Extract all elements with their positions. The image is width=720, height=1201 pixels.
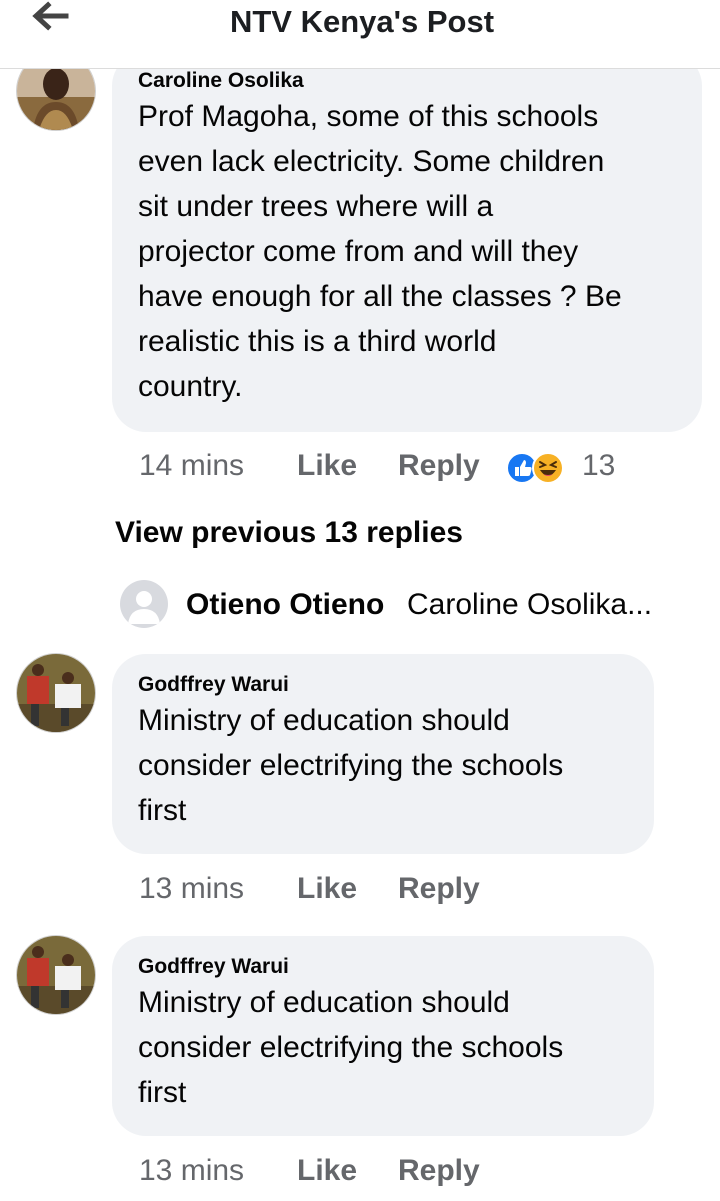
comment-line: have enough for all the classes ? Be [138,280,622,313]
comment-actions: 14 mins Like Reply 13 [139,446,699,486]
reply-author: Otieno Otieno [186,588,385,621]
like-button[interactable]: Like [297,1151,357,1191]
default-avatar-icon [128,591,160,624]
comment-bubble[interactable]: Godffrey Warui Ministry of education sho… [112,654,654,854]
comment-actions: 13 mins Like Reply [139,1151,539,1191]
avatar-godffrey[interactable] [17,936,95,1014]
comment-text: Prof Magoha, some of this schools even l… [138,94,676,409]
comment-line: Ministry of education should [138,704,510,737]
comment-author[interactable]: Caroline Osolika [138,68,676,94]
comment-actions: 13 mins Like Reply [139,869,539,909]
comment-line: consider electrifying the schools [138,749,564,782]
avatar-placeholder [120,580,168,628]
haha-icon [532,452,564,484]
comment-text: Ministry of education should consider el… [138,698,628,833]
page-title: NTV Kenya's Post [229,4,495,39]
reply-preview[interactable]: Otieno Otieno Caroline Osolika... [120,580,720,628]
comment-timestamp: 13 mins [139,1154,245,1187]
comment-line: country. [138,370,243,403]
comment-author[interactable]: Godffrey Warui [138,954,628,980]
comment-author[interactable]: Godffrey Warui [138,672,628,698]
comment-line: realistic this is a third world [138,325,497,358]
comment-line: first [138,1076,187,1109]
reaction-count: 13 [582,449,616,482]
comment-timestamp: 14 mins [139,449,245,482]
reply-button[interactable]: Reply [398,446,480,486]
reactions-summary[interactable] [506,452,566,484]
comment-line: Ministry of education should [138,986,510,1019]
comment-timestamp: 13 mins [139,872,245,905]
comment-line: sit under trees where will a [138,190,494,223]
comment-text: Ministry of education should consider el… [138,980,628,1115]
comment-bubble[interactable]: Caroline Osolika Prof Magoha, some of th… [112,52,702,432]
reply-snippet: Caroline Osolika... [407,588,653,621]
view-previous-replies-link[interactable]: View previous 13 replies [115,516,463,550]
comment-bubble[interactable]: Godffrey Warui Ministry of education sho… [112,936,654,1136]
comment-line: projector come from and will they [138,235,579,268]
reply-button[interactable]: Reply [398,869,480,909]
comment-line: Prof Magoha, some of this schools [138,100,599,133]
comment-line: consider electrifying the schools [138,1031,564,1064]
top-bar: NTV Kenya's Post [0,0,720,69]
like-button[interactable]: Like [297,446,357,486]
reply-button[interactable]: Reply [398,1151,480,1191]
comment-line: even lack electricity. Some children [138,145,605,178]
avatar-godffrey[interactable] [17,654,95,732]
like-button[interactable]: Like [297,869,357,909]
comment-line: first [138,794,187,827]
